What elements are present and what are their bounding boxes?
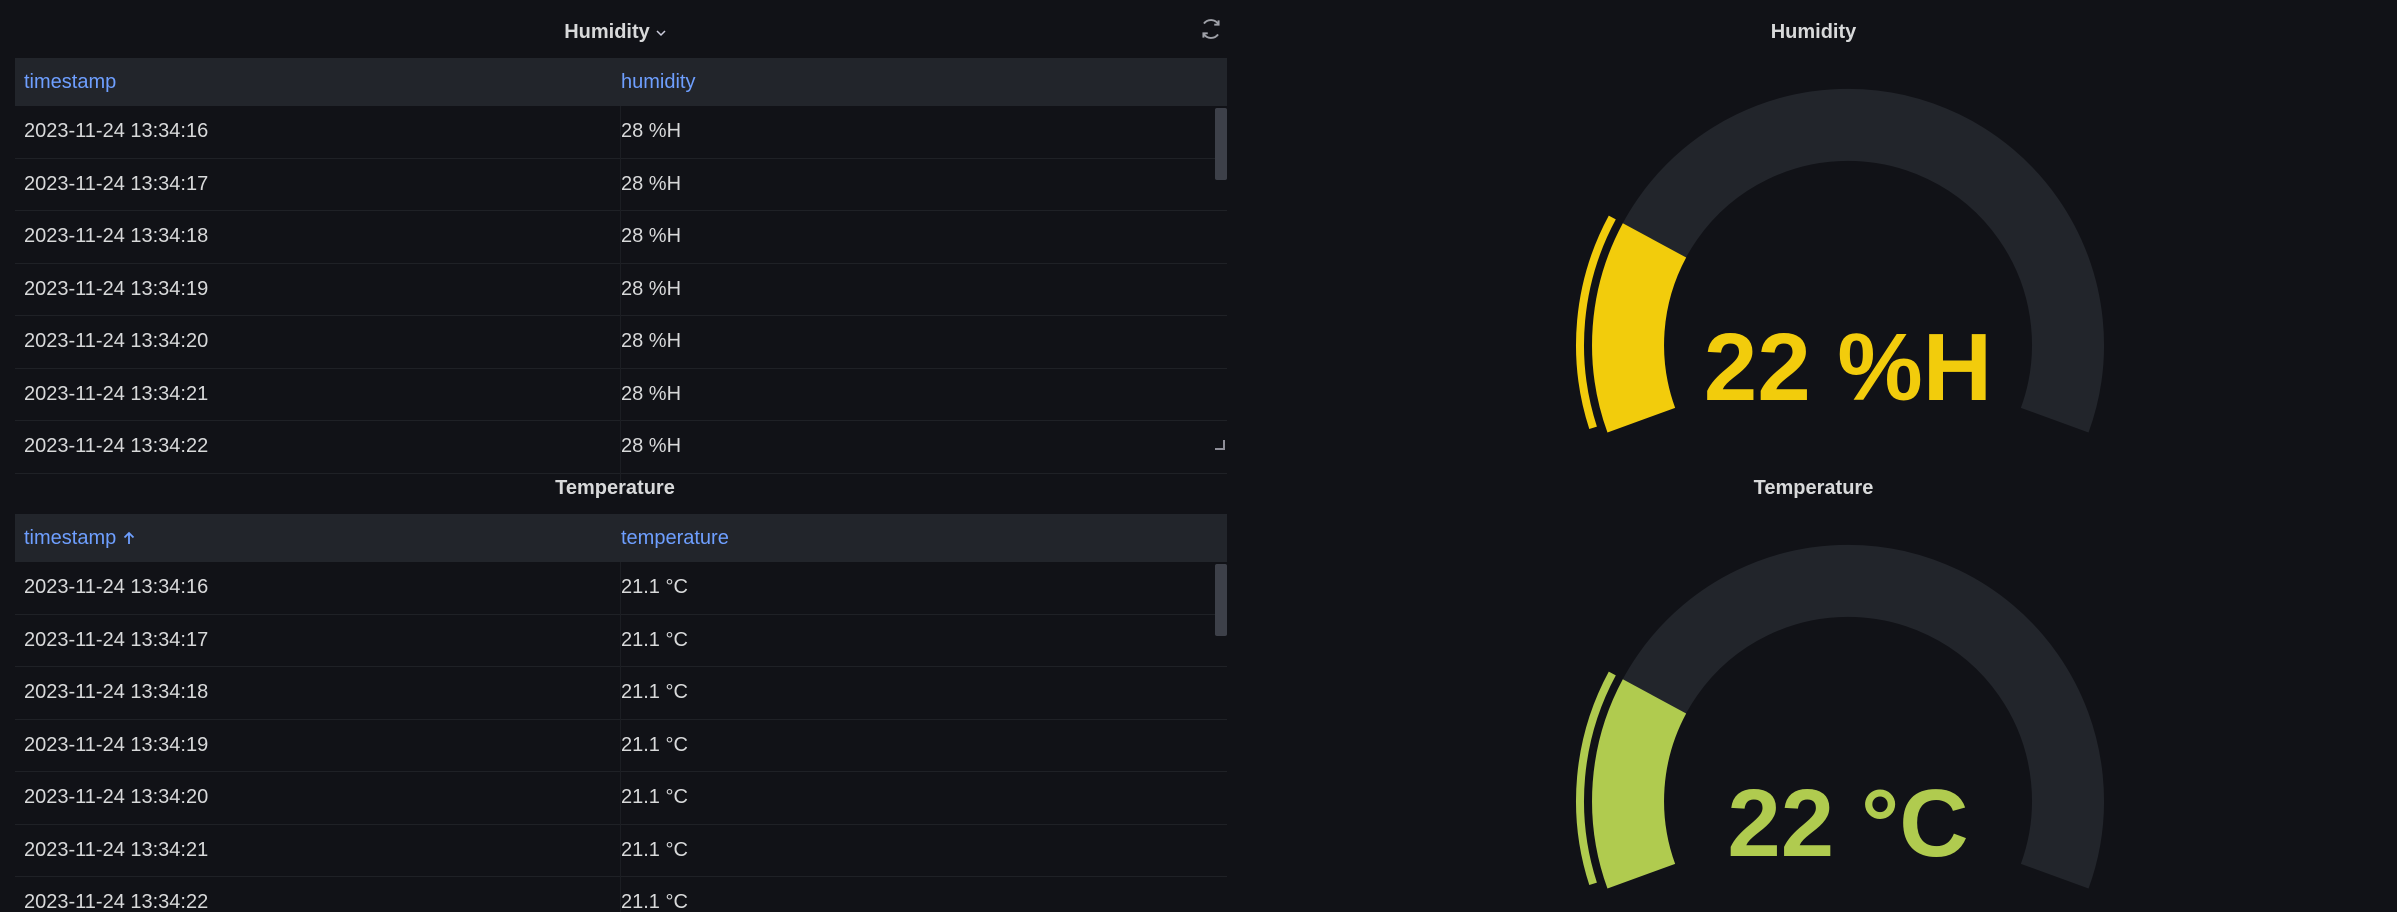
table-row: 2023-11-24 13:34:17 21.1 °C <box>15 615 1227 667</box>
table-row: 2023-11-24 13:34:22 21.1 °C <box>15 877 1227 912</box>
scrollbar[interactable] <box>1215 562 1227 912</box>
timestamp-cell: 2023-11-24 13:34:18 <box>24 225 209 248</box>
humidity-cell: 28 %H <box>621 172 682 195</box>
timestamp-header-label[interactable]: timestamp <box>24 527 116 550</box>
table-row: 2023-11-24 13:34:19 21.1 °C <box>15 720 1227 772</box>
timestamp-cell: 2023-11-24 13:34:20 <box>24 786 209 809</box>
humidity-table-header: timestamp humidity <box>15 58 1227 106</box>
timestamp-cell: 2023-11-24 13:34:19 <box>24 277 209 300</box>
scrollbar-thumb[interactable] <box>1215 108 1227 180</box>
humidity-gauge: 22 %H <box>1576 88 2104 433</box>
refresh-icon[interactable] <box>1198 16 1224 42</box>
temperature-cell: 21.1 °C <box>621 681 688 704</box>
humidity-cell: 28 %H <box>621 120 682 143</box>
chevron-down-icon[interactable] <box>656 28 666 38</box>
scrollbar-thumb[interactable] <box>1215 564 1227 636</box>
timestamp-cell: 2023-11-24 13:34:17 <box>24 628 209 651</box>
humidity-col-humidity-header[interactable]: humidity <box>621 71 1227 94</box>
timestamp-cell: 2023-11-24 13:34:17 <box>24 172 209 195</box>
gauge-value: 22 %H <box>1704 314 1992 421</box>
temperature-cell: 21.1 °C <box>621 786 688 809</box>
timestamp-cell: 2023-11-24 13:34:19 <box>24 733 209 756</box>
humidity-cell: 28 %H <box>621 277 682 300</box>
temperature-gauge: 22 °C <box>1576 544 2104 889</box>
timestamp-cell: 2023-11-24 13:34:22 <box>24 435 209 458</box>
humidity-table: timestamp humidity 2023-11-24 13:34:16 2… <box>15 58 1227 498</box>
humidity-table-panel-title[interactable]: Humidity <box>0 20 1230 44</box>
table-row: 2023-11-24 13:34:20 21.1 °C <box>15 772 1227 825</box>
humidity-gauge-panel: Humidity 22 %H <box>1230 0 2397 455</box>
table-row: 2023-11-24 13:34:18 28 %H <box>15 211 1227 264</box>
timestamp-cell: 2023-11-24 13:34:21 <box>24 382 209 405</box>
temperature-cell: 21.1 °C <box>621 838 688 861</box>
humidity-table-body[interactable]: 2023-11-24 13:34:16 28 %H 2023-11-24 13:… <box>15 106 1227 498</box>
temperature-gauge-panel: Temperature 22 °C <box>1230 456 2397 911</box>
temperature-col-temperature-header[interactable]: temperature <box>621 527 1227 550</box>
temperature-cell: 21.1 °C <box>621 628 688 651</box>
arrow-up-icon <box>124 531 135 544</box>
table-row: 2023-11-24 13:34:20 28 %H <box>15 316 1227 369</box>
temperature-col-timestamp-header[interactable]: timestamp <box>15 527 621 550</box>
humidity-table-title-text[interactable]: Humidity <box>564 21 650 43</box>
temperature-table-panel: Temperature timestamp temperature 2023-1… <box>0 456 1230 912</box>
column-divider <box>620 562 621 912</box>
humidity-col-timestamp-header[interactable]: timestamp <box>15 71 621 94</box>
timestamp-cell: 2023-11-24 13:34:22 <box>24 891 209 912</box>
temperature-table-body[interactable]: 2023-11-24 13:34:16 21.1 °C 2023-11-24 1… <box>15 562 1227 912</box>
humidity-table-panel: Humidity timestamp humidity 2023-11-24 1… <box>0 0 1230 498</box>
temperature-cell: 21.1 °C <box>621 576 688 599</box>
timestamp-cell: 2023-11-24 13:34:16 <box>24 120 209 143</box>
humidity-cell: 28 %H <box>621 225 682 248</box>
table-row: 2023-11-24 13:34:21 21.1 °C <box>15 825 1227 877</box>
table-row: 2023-11-24 13:34:21 28 %H <box>15 369 1227 421</box>
table-row: 2023-11-24 13:34:19 28 %H <box>15 264 1227 316</box>
humidity-cell: 28 %H <box>621 435 682 458</box>
table-row: 2023-11-24 13:34:17 28 %H <box>15 159 1227 211</box>
timestamp-cell: 2023-11-24 13:34:21 <box>24 838 209 861</box>
gauge-fill <box>1592 223 1687 433</box>
resize-handle[interactable] <box>1215 440 1225 450</box>
humidity-cell: 28 %H <box>621 330 682 353</box>
temperature-cell: 21.1 °C <box>621 733 688 756</box>
gauge-value: 22 °C <box>1727 770 1968 877</box>
table-row: 2023-11-24 13:34:16 28 %H <box>15 106 1227 159</box>
timestamp-cell: 2023-11-24 13:34:20 <box>24 330 209 353</box>
temperature-cell: 21.1 °C <box>621 891 688 912</box>
column-divider <box>620 106 621 498</box>
temperature-table-panel-title[interactable]: Temperature <box>0 476 1230 500</box>
temperature-table: timestamp temperature 2023-11-24 13:34:1… <box>15 514 1227 912</box>
temperature-table-title-text[interactable]: Temperature <box>555 477 675 499</box>
humidity-cell: 28 %H <box>621 382 682 405</box>
timestamp-cell: 2023-11-24 13:34:16 <box>24 576 209 599</box>
timestamp-cell: 2023-11-24 13:34:18 <box>24 681 209 704</box>
table-row: 2023-11-24 13:34:18 21.1 °C <box>15 667 1227 720</box>
gauge-fill <box>1592 679 1687 889</box>
table-row: 2023-11-24 13:34:16 21.1 °C <box>15 562 1227 615</box>
temperature-table-header: timestamp temperature <box>15 514 1227 562</box>
